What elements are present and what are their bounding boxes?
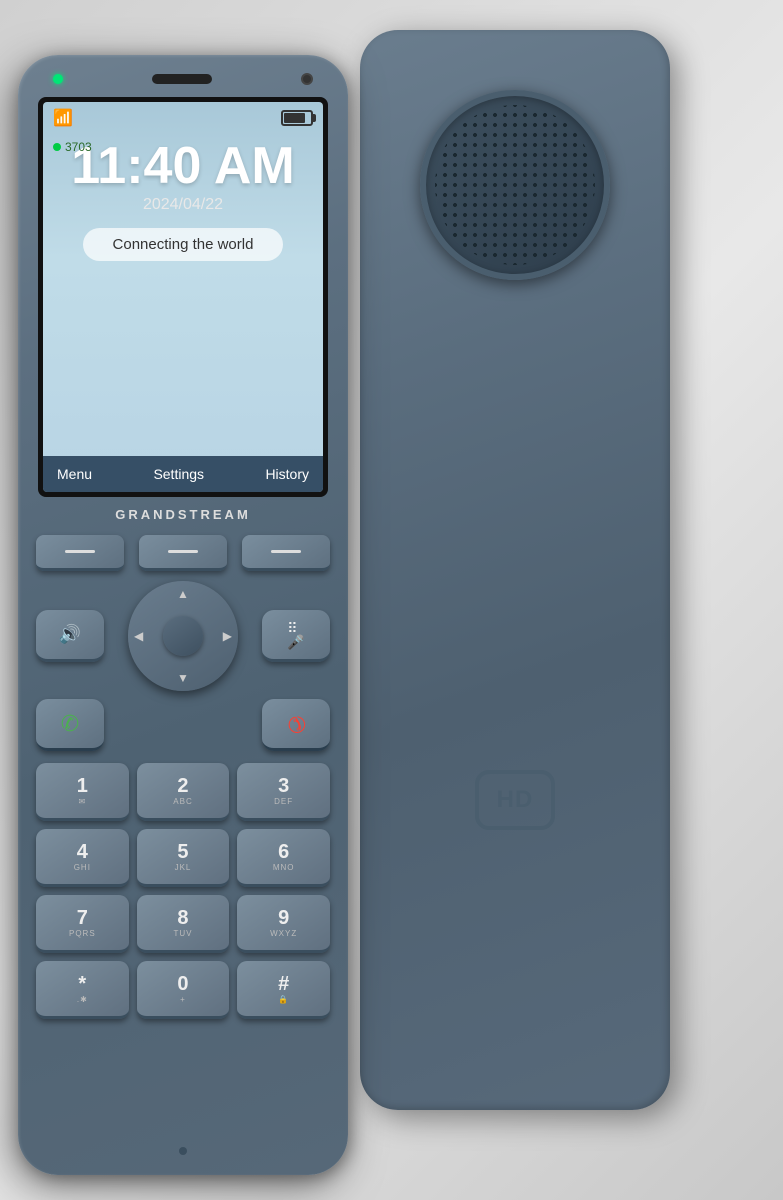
led-indicator bbox=[53, 74, 63, 84]
extension-number: 3703 bbox=[65, 140, 92, 154]
call-button[interactable]: ✆ bbox=[36, 699, 104, 751]
key-0[interactable]: 0 + bbox=[137, 961, 230, 1019]
phone-front: 📶 3703 11:40 AM 2024/04/22 bbox=[18, 55, 348, 1175]
speaker-dots bbox=[435, 105, 595, 265]
conf-mute-button[interactable]: ⠿🎤 bbox=[262, 610, 330, 662]
screen-softkeys: Menu Settings History bbox=[43, 456, 323, 492]
screen-bezel: 📶 3703 11:40 AM 2024/04/22 bbox=[38, 97, 328, 497]
softkey-center-button[interactable] bbox=[139, 535, 227, 571]
date-display: 2024/04/22 bbox=[43, 196, 323, 214]
screen-softkey-settings[interactable]: Settings bbox=[153, 466, 204, 482]
speaker-button[interactable]: 🔊 bbox=[36, 610, 104, 662]
extension-line: 3703 bbox=[53, 140, 92, 154]
softkey-button-row bbox=[36, 535, 330, 571]
key-8[interactable]: 8 TUV bbox=[137, 895, 230, 953]
earpiece bbox=[152, 74, 212, 84]
battery-fill bbox=[284, 113, 305, 123]
key-9[interactable]: 9 WXYZ bbox=[237, 895, 330, 953]
brand-label: GRANDSTREAM bbox=[115, 507, 251, 522]
camera-dot bbox=[301, 73, 313, 85]
bottom-mic bbox=[179, 1147, 187, 1155]
softkey-right-line bbox=[271, 550, 301, 553]
dpad-center-button[interactable] bbox=[163, 616, 203, 656]
phone-back: HD bbox=[360, 30, 670, 1110]
extension-dot bbox=[53, 143, 61, 151]
key-2[interactable]: 2 ABC bbox=[137, 763, 230, 821]
key-1[interactable]: 1 ✉ bbox=[36, 763, 129, 821]
softkey-left-button[interactable] bbox=[36, 535, 124, 571]
key-hash[interactable]: # 🔒 bbox=[237, 961, 330, 1019]
end-call-button[interactable]: ✆ bbox=[262, 699, 330, 751]
dpad[interactable]: ▲ ◀ ▶ ▼ bbox=[128, 581, 238, 691]
screen-message: Connecting the world bbox=[83, 228, 283, 261]
screen-softkey-history[interactable]: History bbox=[265, 466, 309, 482]
conf-mute-icon: ⠿🎤 bbox=[287, 621, 304, 649]
softkey-center-line bbox=[168, 550, 198, 553]
phone-top-bar bbox=[53, 73, 313, 85]
dpad-left-arrow[interactable]: ◀ bbox=[134, 629, 143, 643]
hd-badge: HD bbox=[475, 770, 555, 830]
key-6[interactable]: 6 MNO bbox=[237, 829, 330, 887]
key-star[interactable]: * .✱ bbox=[36, 961, 129, 1019]
key-7[interactable]: 7 PQRS bbox=[36, 895, 129, 953]
scene: HD 📶 bbox=[0, 0, 783, 1200]
softkey-left-line bbox=[65, 550, 95, 553]
function-row: 🔊 ▲ ◀ ▶ ▼ ⠿🎤 bbox=[36, 581, 330, 691]
key-5[interactable]: 5 JKL bbox=[137, 829, 230, 887]
screen-softkey-menu[interactable]: Menu bbox=[57, 466, 92, 482]
dpad-right-arrow[interactable]: ▶ bbox=[223, 629, 232, 643]
dpad-container: ▲ ◀ ▶ ▼ bbox=[128, 581, 238, 691]
screen-status-bar: 📶 bbox=[43, 102, 323, 132]
call-row: ✆ ✆ bbox=[36, 699, 330, 751]
speaker-grille bbox=[420, 90, 610, 280]
speaker-icon: 🔊 bbox=[59, 624, 81, 645]
numpad: 1 ✉ 2 ABC 3 DEF 4 GHI bbox=[36, 763, 330, 1019]
softkey-right-button[interactable] bbox=[242, 535, 330, 571]
keypad: 🔊 ▲ ◀ ▶ ▼ ⠿🎤 bbox=[36, 535, 330, 1019]
dpad-down-arrow[interactable]: ▼ bbox=[177, 671, 189, 685]
end-call-icon: ✆ bbox=[280, 708, 311, 739]
key-3[interactable]: 3 DEF bbox=[237, 763, 330, 821]
battery-icon bbox=[281, 110, 313, 126]
dpad-up-arrow[interactable]: ▲ bbox=[177, 587, 189, 601]
screen: 📶 3703 11:40 AM 2024/04/22 bbox=[43, 102, 323, 492]
key-4[interactable]: 4 GHI bbox=[36, 829, 129, 887]
wifi-icon: 📶 bbox=[53, 108, 73, 128]
call-icon: ✆ bbox=[61, 711, 79, 737]
